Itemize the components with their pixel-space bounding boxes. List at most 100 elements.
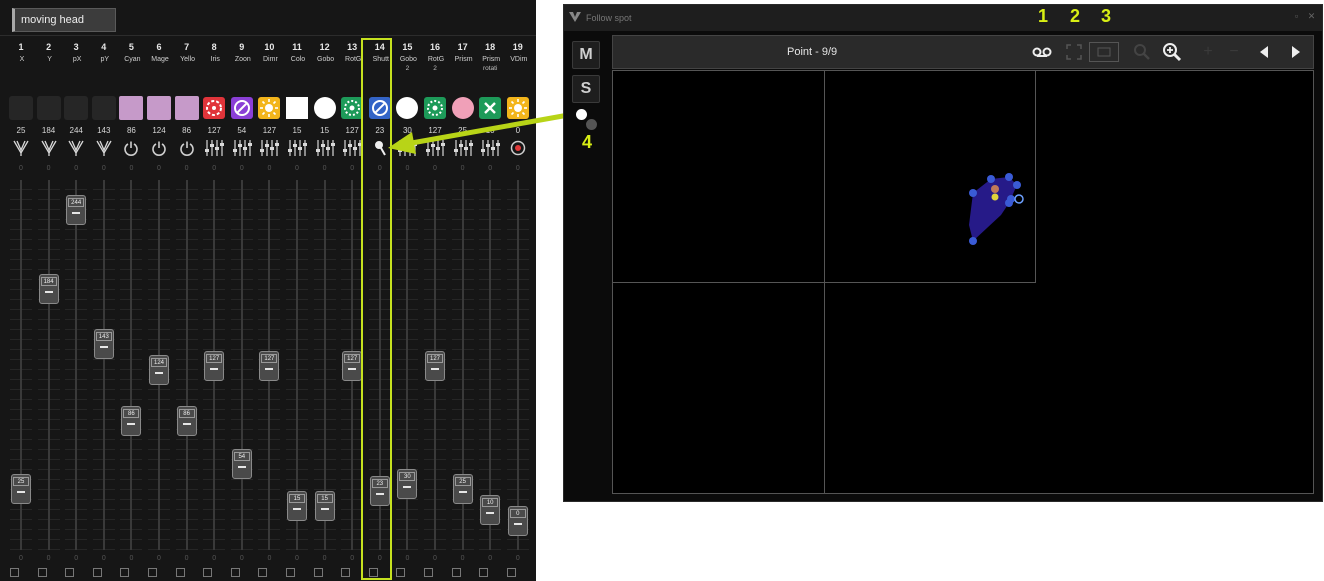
channel-checkbox[interactable]	[10, 568, 19, 577]
white-circle-icon[interactable]	[313, 96, 337, 120]
fader-handle[interactable]: 54	[231, 448, 252, 479]
channel-checkbox[interactable]	[37, 568, 47, 577]
arrow-annotation	[388, 111, 575, 154]
channel-number: 5	[128, 42, 134, 52]
fan-icon[interactable]	[39, 138, 59, 158]
fader-track[interactable]	[130, 180, 133, 550]
fixture-tab[interactable]: moving head	[12, 8, 116, 32]
channel-bottom-label: 0	[129, 555, 134, 562]
spot-indicator-icon[interactable]	[576, 109, 587, 120]
next-arrow-icon[interactable]	[1285, 42, 1307, 62]
close-icon[interactable]: ✕	[1306, 11, 1317, 22]
lilac-icon[interactable]	[147, 96, 171, 120]
sun-icon[interactable]	[257, 96, 281, 120]
remove-point-icon[interactable]: −	[1223, 42, 1245, 62]
channel-checkbox[interactable]	[258, 568, 268, 577]
channel-name: pY	[100, 56, 110, 63]
power-icon[interactable]	[177, 138, 197, 158]
fit-icon[interactable]	[1063, 42, 1085, 62]
channel-checkbox[interactable]	[65, 568, 75, 577]
frame-icon[interactable]	[1089, 42, 1119, 62]
fader-track[interactable]	[516, 180, 519, 550]
channel-name: Zoon	[234, 56, 251, 63]
fader-handle[interactable]: 184	[38, 274, 59, 305]
fader-track[interactable]	[240, 180, 243, 550]
channel-bottom-label: 0	[19, 555, 23, 562]
fader-track[interactable]	[75, 180, 78, 550]
solo-button[interactable]: S	[572, 75, 600, 103]
fan-icon[interactable]	[11, 138, 31, 158]
fader-handle[interactable]: 86	[176, 406, 197, 437]
fader-handle[interactable]: 244	[66, 194, 87, 225]
fader-handle[interactable]: 143	[93, 328, 114, 359]
sliders-icon[interactable]	[287, 138, 307, 158]
sliders-icon[interactable]	[342, 138, 363, 158]
add-point-icon[interactable]: +	[1197, 42, 1219, 62]
fader-handle[interactable]: 25	[11, 474, 31, 505]
channel-checkbox[interactable]	[396, 568, 406, 577]
fader-handle[interactable]: 25	[452, 474, 473, 505]
sliders-icon[interactable]	[232, 138, 252, 158]
fan-icon[interactable]	[94, 138, 114, 158]
channel-value: 86	[182, 126, 192, 135]
fader-handle[interactable]: 86	[121, 406, 142, 437]
channel-checkbox[interactable]	[313, 568, 323, 577]
channel-checkbox[interactable]	[92, 568, 102, 577]
channel-checkbox[interactable]	[286, 568, 295, 577]
white-square-icon[interactable]	[285, 96, 309, 120]
channel-name-line2: rotati	[482, 65, 498, 72]
fader-handle[interactable]: 127	[342, 351, 363, 382]
channel-checkbox[interactable]	[120, 568, 130, 577]
channel-checkbox[interactable]	[479, 568, 489, 577]
fader-handle[interactable]: 0	[507, 506, 528, 537]
channel-value: 25	[16, 126, 26, 135]
channel-checkbox[interactable]	[203, 568, 213, 577]
sliders-icon[interactable]	[315, 138, 335, 158]
spot-indicator-secondary-icon[interactable]	[586, 119, 597, 130]
empty-chip[interactable]	[36, 96, 61, 120]
prev-arrow-icon[interactable]	[1253, 42, 1275, 62]
channel-checkbox[interactable]	[424, 568, 433, 577]
channel-checkbox[interactable]	[506, 568, 516, 577]
channel-checkbox[interactable]	[175, 568, 185, 577]
master-button[interactable]: M	[572, 41, 600, 69]
channel-value: 86	[126, 126, 136, 135]
empty-chip[interactable]	[9, 96, 33, 120]
channel-min-label: 0	[157, 165, 161, 172]
minimize-icon[interactable]: ▫	[1291, 11, 1302, 22]
fader-handle[interactable]: 127	[425, 351, 445, 382]
channel-checkbox[interactable]	[148, 568, 157, 577]
lilac-icon[interactable]	[119, 96, 144, 120]
channel-name: Yello	[180, 56, 196, 63]
fan-icon[interactable]	[66, 138, 86, 158]
spot-path-shape[interactable]	[961, 171, 1041, 251]
channel-number: 8	[211, 42, 217, 52]
channel-checkbox[interactable]	[451, 568, 461, 577]
fader-handle[interactable]: 10	[480, 495, 501, 526]
power-icon[interactable]	[149, 138, 169, 158]
fader-handle[interactable]: 30	[397, 468, 418, 499]
fader-track[interactable]	[47, 180, 50, 550]
channel-name: Cyan	[124, 56, 141, 63]
sliders-icon[interactable]	[204, 138, 225, 158]
power-icon[interactable]	[121, 138, 141, 158]
record-loop-icon[interactable]	[1031, 42, 1053, 62]
follow-spot-canvas[interactable]	[612, 70, 1314, 494]
empty-chip[interactable]	[64, 96, 89, 120]
fader-track[interactable]	[102, 180, 105, 550]
fader-track[interactable]	[185, 180, 188, 550]
zoom-icon[interactable]	[230, 96, 254, 120]
sliders-icon[interactable]	[259, 138, 280, 158]
empty-chip[interactable]	[91, 96, 116, 120]
lilac-icon[interactable]	[174, 96, 199, 120]
fader-handle[interactable]: 127	[259, 351, 280, 382]
channel-checkbox[interactable]	[341, 568, 351, 577]
fader-handle[interactable]: 15	[314, 491, 335, 522]
zoom-out-icon[interactable]	[1131, 42, 1153, 62]
channel-checkbox[interactable]	[230, 568, 240, 577]
zoom-in-icon[interactable]	[1161, 42, 1183, 62]
fader-handle[interactable]: 124	[149, 355, 169, 386]
fader-handle[interactable]: 127	[204, 351, 225, 382]
fader-handle[interactable]: 15	[287, 491, 307, 522]
iris-icon[interactable]	[202, 96, 226, 120]
